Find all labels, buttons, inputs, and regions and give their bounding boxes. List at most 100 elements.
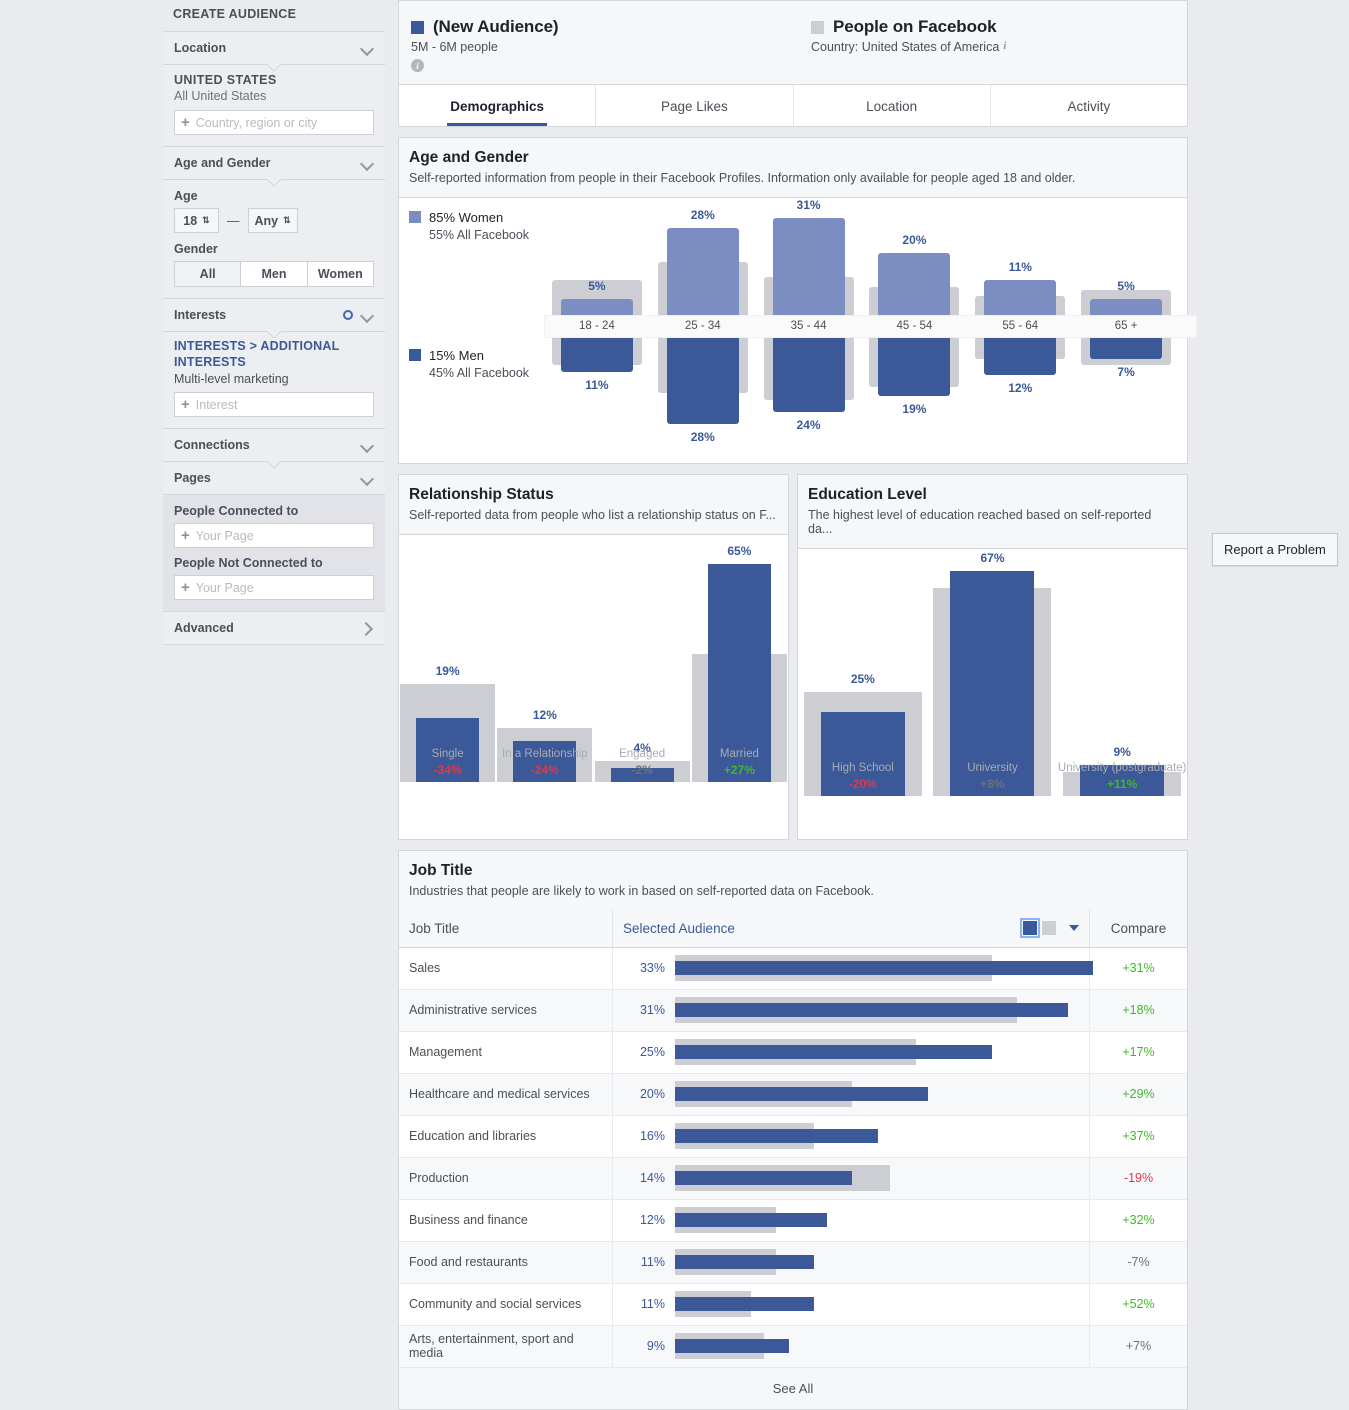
table-row[interactable]: Community and social services 11% +52%: [399, 1283, 1187, 1326]
people-connected-input[interactable]: + Your Page: [174, 523, 374, 548]
audience-percent-label: 31%: [639, 1003, 665, 1017]
bar-compare-label: +8%: [980, 776, 1005, 791]
job-title-panel: Job Title Industries that people are lik…: [398, 849, 1188, 1410]
connections-section-header[interactable]: Connections: [163, 429, 385, 461]
location-input[interactable]: + Country, region or city: [174, 110, 374, 135]
comparison-country: Country: United States of America: [811, 40, 1000, 54]
age-gender-section-header[interactable]: Age and Gender: [163, 147, 385, 179]
audience-percent-label: 9%: [646, 1339, 665, 1353]
section-notch-icon: [265, 461, 283, 470]
series-toggle[interactable]: [1020, 918, 1089, 938]
table-row[interactable]: Arts, entertainment, sport and media 9% +7…: [399, 1325, 1187, 1368]
bar-category-label: University (postgraduate): [1057, 761, 1187, 774]
men-legend-sub: 45% All Facebook: [429, 365, 530, 380]
gender-option-women[interactable]: Women: [307, 261, 374, 287]
job-title-table-body: Sales 33% +31% Administrative services 31% +1…: [399, 947, 1187, 1368]
age-min-select[interactable]: 18 ⇅: [174, 208, 219, 233]
bar-compare-label: -24%: [530, 762, 559, 777]
audience-bar: [675, 1339, 789, 1353]
age-gender-body-wrap: Age 18 ⇅ — Any ⇅ Gender All Men Women: [163, 179, 385, 298]
relationship-description: Self-reported data from people who list …: [409, 507, 776, 522]
table-row[interactable]: Education and libraries 16% +37%: [399, 1115, 1187, 1158]
table-row[interactable]: Healthcare and medical services 20% +29%: [399, 1073, 1187, 1116]
job-title-cell: Food and restaurants: [399, 1241, 613, 1283]
comparison-series-toggle-icon[interactable]: [1042, 921, 1056, 935]
women-value-label: 5%: [1117, 279, 1135, 293]
men-bar[interactable]: [772, 329, 845, 412]
women-value-label: 11%: [1008, 260, 1032, 275]
audience-series-toggle-icon[interactable]: [1020, 918, 1040, 938]
tab-activity[interactable]: Activity: [991, 85, 1187, 126]
bar-track: [675, 1037, 1089, 1067]
bar-track: [675, 1289, 1089, 1319]
job-title-heading: Job Title: [409, 861, 473, 879]
see-all-button[interactable]: See All: [399, 1367, 1187, 1409]
audience-bar: [675, 1087, 929, 1101]
table-row[interactable]: Production 14% -19%: [399, 1157, 1187, 1200]
report-a-problem-button[interactable]: Report a Problem: [1212, 533, 1338, 566]
gear-icon[interactable]: [343, 310, 353, 320]
sidebar-title: CREATE AUDIENCE: [173, 7, 297, 21]
pages-section-header[interactable]: Pages: [163, 462, 385, 494]
bar-category-label: Married: [719, 747, 759, 760]
table-row[interactable]: Food and restaurants 11% -7%: [399, 1241, 1187, 1284]
age-range-dash: —: [227, 213, 240, 228]
people-connected-placeholder: Your Page: [195, 528, 254, 543]
chevron-down-icon[interactable]: [1069, 925, 1079, 931]
tab-location[interactable]: Location: [794, 84, 991, 126]
bar-compare-label: -34%: [433, 762, 462, 777]
bar-track: [675, 995, 1089, 1025]
tab-page-likes[interactable]: Page Likes: [596, 84, 794, 126]
audience-bar-cell: 33%: [613, 947, 1093, 989]
age-max-select[interactable]: Any ⇅: [247, 208, 298, 233]
people-connected-label: People Connected to: [174, 504, 299, 518]
job-title-cell: Healthcare and medical services: [399, 1073, 613, 1115]
table-row[interactable]: Business and finance 12% +32%: [399, 1199, 1187, 1242]
people-not-connected-input[interactable]: + Your Page: [174, 575, 374, 600]
job-title-cell: Business and finance: [399, 1199, 613, 1241]
bar-category-label: University: [967, 761, 1018, 774]
audience-percent-label: 33%: [639, 961, 665, 975]
location-section-header[interactable]: Location: [163, 32, 385, 64]
table-row[interactable]: Administrative services 31% +18%: [399, 989, 1187, 1032]
selected-audience-summary: (New Audience) 5M - 6M people i: [411, 17, 811, 74]
tab-demographics[interactable]: Demographics: [399, 84, 597, 126]
interests-breadcrumb[interactable]: INTERESTS > ADDITIONAL INTERESTS: [174, 338, 374, 370]
gender-option-men[interactable]: Men: [241, 261, 308, 287]
gender-option-all[interactable]: All: [174, 261, 242, 287]
gender-segmented-control: All Men Women: [174, 261, 374, 287]
men-bar[interactable]: [878, 329, 951, 397]
age-min-value: 18: [183, 213, 198, 228]
age-label: Age: [174, 189, 198, 203]
table-row[interactable]: Management 25% +17%: [399, 1031, 1187, 1074]
age-gender-panel: Age and Gender Self-reported information…: [398, 136, 1197, 464]
bar-value-label: 19%: [435, 664, 460, 679]
interest-input[interactable]: + Interest: [174, 392, 374, 417]
advanced-section-header[interactable]: Advanced: [163, 612, 385, 644]
sidebar-section-interests: Interests: [163, 298, 385, 331]
section-notch-icon: [265, 331, 283, 340]
relationship-title: Relationship Status: [409, 485, 554, 503]
location-section-label: Location: [174, 41, 227, 55]
table-row[interactable]: Sales 33% +31%: [399, 947, 1187, 990]
women-bar[interactable]: [666, 227, 739, 323]
bar-value-label: 67%: [980, 551, 1005, 566]
info-icon[interactable]: i: [411, 59, 424, 72]
interests-section-label: Interests: [174, 308, 227, 322]
men-bar[interactable]: [666, 329, 739, 425]
interests-section-header[interactable]: Interests: [163, 299, 385, 331]
location-section-body-wrap: UNITED STATES All United States + Countr…: [163, 64, 385, 146]
job-title-cell: Sales: [399, 947, 613, 989]
women-bar[interactable]: [878, 252, 951, 323]
age-max-value: Any: [254, 213, 279, 228]
women-bar[interactable]: [772, 218, 845, 323]
women-legend-label: 85% Women: [429, 209, 504, 225]
compare-cell: +17%: [1122, 1045, 1155, 1059]
audience-bar-cell: 31%: [613, 989, 1090, 1031]
column-header-selected-audience[interactable]: Selected Audience: [623, 921, 735, 936]
age-group: 20% 19% 45 - 54: [862, 198, 968, 463]
two-up-row: Relationship Status Self-reported data f…: [398, 473, 1188, 840]
age-category-label: 55 - 64: [1002, 319, 1039, 332]
compare-cell: -7%: [1127, 1255, 1150, 1269]
info-icon[interactable]: i: [1003, 40, 1006, 52]
